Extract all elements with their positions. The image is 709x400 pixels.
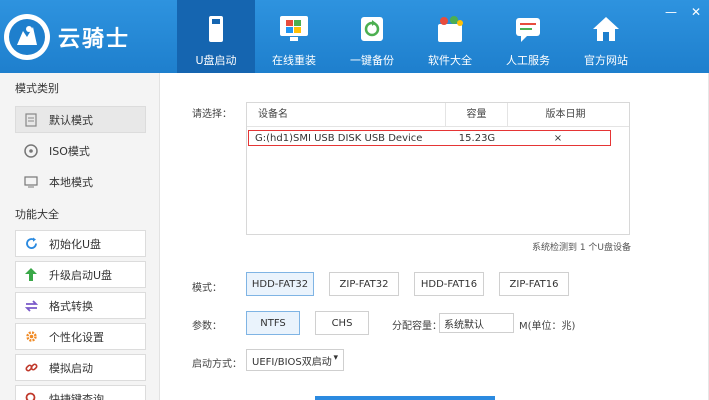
settings-gear-icon: [24, 330, 38, 344]
top-bar: 云骑士 U盘启动 在线重装 一键备份 软件大全 人工服务 官方网站 — ✕: [0, 0, 709, 73]
nav-label: 人工服务: [506, 54, 550, 67]
knight-logo-icon: [4, 14, 50, 60]
mode-hdd-fat32-button[interactable]: HDD-FAT32: [246, 272, 314, 296]
monitor-icon: [24, 175, 38, 189]
alloc-capacity-input[interactable]: 系统默认: [439, 313, 514, 333]
nav-label: 一键备份: [350, 54, 394, 67]
boot-method-label: 启动方式：: [192, 359, 242, 370]
main-panel: 请选择： 设备名 容量 版本日期 G:(hd1)SMI USB DISK USB…: [160, 73, 709, 400]
mode-category-title: 模式类别: [15, 82, 59, 95]
column-header-size: 容量: [446, 102, 508, 127]
sidebar-item-label: ISO模式: [49, 144, 90, 158]
brand-name: 云骑士: [58, 27, 131, 52]
mode-zip-fat16-button[interactable]: ZIP-FAT16: [499, 272, 569, 296]
nav-usb-boot[interactable]: U盘启动: [177, 0, 255, 73]
disc-icon: [24, 143, 38, 158]
chevron-down-icon: ▾: [333, 353, 338, 363]
sidebar-item-label: 个性化设置: [49, 330, 104, 344]
chat-service-icon: [511, 12, 545, 46]
sidebar-item-label: 快捷键查询: [49, 392, 104, 400]
usb-drive-icon: [199, 12, 233, 46]
select-label: 请选择：: [192, 109, 232, 120]
alloc-unit-label: M(单位：兆): [519, 321, 576, 332]
top-nav: U盘启动 在线重装 一键备份 软件大全 人工服务 官方网站: [177, 0, 645, 73]
alloc-capacity-label: 分配容量：: [392, 321, 442, 332]
windows-monitor-icon: [277, 12, 311, 46]
minimize-icon[interactable]: —: [665, 5, 677, 19]
sidebar-item-label: 默认模式: [49, 113, 93, 127]
sidebar-item-personalize[interactable]: 个性化设置: [15, 323, 146, 350]
sidebar-item-label: 格式转换: [49, 299, 93, 313]
nav-official-site[interactable]: 官方网站: [567, 0, 645, 73]
device-name: G:(hd1)SMI USB DISK USB Device: [255, 132, 423, 144]
sidebar-item-label: 初始化U盘: [49, 237, 102, 251]
upgrade-arrow-icon: [24, 268, 38, 282]
function-list-title: 功能大全: [15, 208, 59, 221]
column-header-device: 设备名: [247, 102, 446, 127]
device-date: ×: [553, 132, 563, 144]
sidebar-item-upgrade-usb[interactable]: 升级启动U盘: [15, 261, 146, 288]
nav-service[interactable]: 人工服务: [489, 0, 567, 73]
link-icon: [24, 361, 38, 375]
nav-online-reinstall[interactable]: 在线重装: [255, 0, 333, 73]
sidebar-item-label: 本地模式: [49, 175, 93, 189]
params-label: 参数：: [192, 321, 222, 332]
device-count-text: 系统检测到 1 个U盘设备: [531, 243, 631, 253]
mode-label: 模式：: [192, 283, 222, 294]
nav-label: 软件大全: [428, 54, 472, 67]
sidebar-item-format-convert[interactable]: 格式转换: [15, 292, 146, 319]
backup-icon: [355, 12, 389, 46]
column-header-date: 版本日期: [545, 108, 586, 120]
sidebar-item-simulate-boot[interactable]: 模拟启动: [15, 354, 146, 381]
close-icon[interactable]: ✕: [691, 5, 701, 19]
refresh-icon: [24, 237, 38, 251]
home-icon: [589, 12, 623, 46]
document-icon: [24, 112, 38, 127]
mode-hdd-fat16-button[interactable]: HDD-FAT16: [414, 272, 484, 296]
sidebar-item-init-usb[interactable]: 初始化U盘: [15, 230, 146, 257]
nav-software[interactable]: 软件大全: [411, 0, 489, 73]
fs-ntfs-button[interactable]: NTFS: [246, 311, 300, 335]
sidebar-item-hotkey-lookup[interactable]: 快捷键查询: [15, 385, 146, 400]
boot-method-value: UEFI/BIOS双启动: [252, 356, 332, 368]
logo: 云骑士: [4, 12, 130, 62]
nav-label: 在线重装: [272, 54, 316, 67]
nav-label: 官方网站: [584, 54, 628, 67]
nav-one-key-backup[interactable]: 一键备份: [333, 0, 411, 73]
sidebar-item-label: 模拟启动: [49, 361, 93, 375]
convert-arrows-icon: [24, 299, 38, 313]
sidebar-item-iso-mode[interactable]: ISO模式: [15, 137, 146, 164]
search-icon: [24, 392, 38, 400]
nav-label: U盘启动: [195, 54, 237, 67]
device-size: 15.23G: [458, 132, 496, 144]
device-table: 设备名 容量 版本日期 G:(hd1)SMI USB DISK USB Devi…: [246, 102, 630, 235]
sidebar: 模式类别 默认模式 ISO模式 本地模式 功能大全 初始化U盘 升级启动U盘 格…: [0, 73, 160, 400]
table-header: 设备名 容量 版本日期: [247, 102, 629, 127]
boot-method-select[interactable]: UEFI/BIOS双启动 ▾: [246, 349, 344, 371]
sidebar-item-label: 升级启动U盘: [49, 268, 113, 282]
software-box-icon: [433, 12, 467, 46]
window-controls: — ✕: [665, 5, 701, 19]
sidebar-item-default-mode[interactable]: 默认模式: [15, 106, 146, 133]
start-make-button[interactable]: [315, 396, 495, 400]
sidebar-item-local-mode[interactable]: 本地模式: [15, 168, 146, 195]
table-row[interactable]: G:(hd1)SMI USB DISK USB Device 15.23G ×: [248, 130, 611, 146]
fs-chs-button[interactable]: CHS: [315, 311, 369, 335]
mode-zip-fat32-button[interactable]: ZIP-FAT32: [329, 272, 399, 296]
